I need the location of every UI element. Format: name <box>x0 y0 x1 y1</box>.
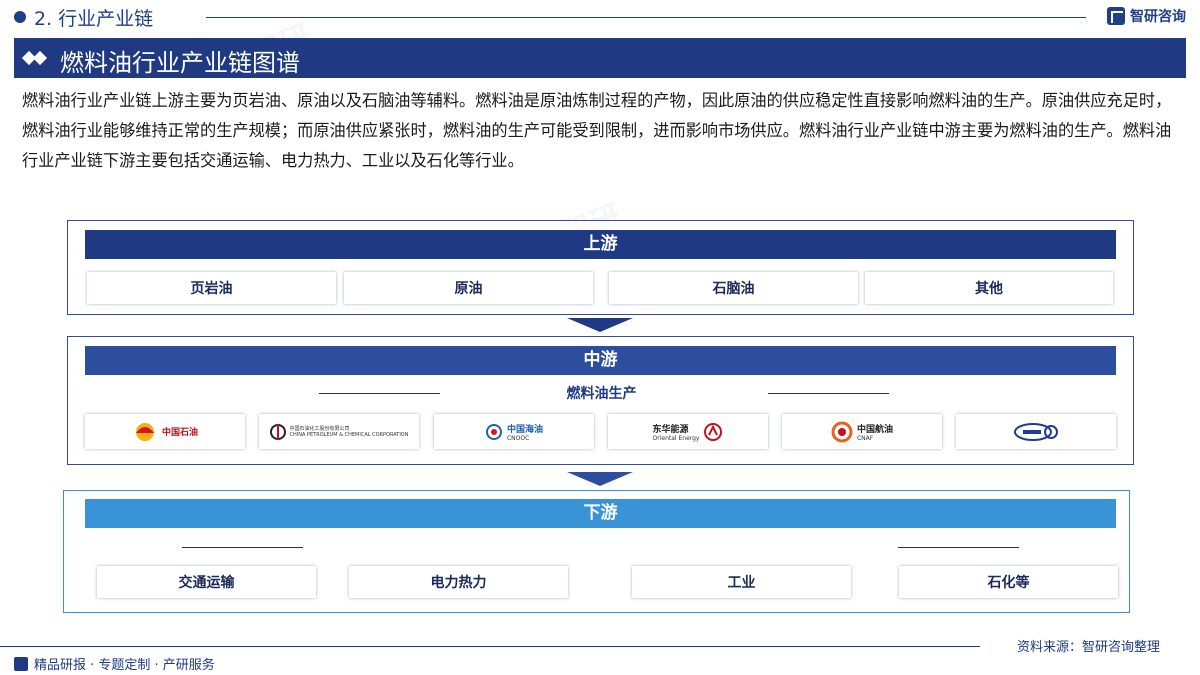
header-divider <box>206 17 1086 18</box>
company-logo-cnooc: 中国海油 CNOOC <box>434 414 594 449</box>
midstream-header: 中游 <box>85 346 1116 375</box>
divider-line <box>768 393 889 394</box>
source-note: 资料来源：智研咨询整理 <box>1016 640 1160 655</box>
logo-subtext: CNOOC <box>506 434 530 442</box>
downstream-item: 电力热力 <box>349 566 568 598</box>
cnooc-logo-icon <box>485 423 502 440</box>
upstream-header: 上游 <box>85 230 1116 259</box>
company-emblem-icon <box>1014 422 1058 441</box>
downstream-item: 工业 <box>632 566 851 598</box>
logo-text: 中国海油 <box>506 424 543 435</box>
logo-text: 中国航油 <box>856 424 893 435</box>
sinopec-logo-icon <box>269 423 286 440</box>
company-logo-cnaf: 中国航油 CNAF <box>782 414 942 449</box>
intro-paragraph: 燃料油行业产业链上游主要为页岩油、原油以及石脑油等辅料。燃料油是原油炼制过程的产… <box>22 91 1172 170</box>
footer: 精品研报 · 专题定制 · 产研服务 <box>14 654 215 673</box>
downstream-item: 交通运输 <box>97 566 316 598</box>
footer-divider <box>0 646 980 647</box>
logo-subtext: CHINA PETROLEUM & CHEMICAL CORPORATION <box>289 431 409 438</box>
logo-text: 中国石油 <box>161 428 198 438</box>
company-logo-sinopec: 中国石油化工股份有限公司 CHINA PETROLEUM & CHEMICAL … <box>259 414 419 449</box>
petrochina-logo-icon <box>135 422 154 441</box>
logo-subtext: Oriental Energy <box>652 434 700 442</box>
upstream-item: 页岩油 <box>87 272 336 304</box>
downstream-panel: 下游 交通运输 电力热力 工业 石化等 <box>63 490 1130 613</box>
company-logo-unlabeled <box>956 414 1116 449</box>
upstream-item: 石脑油 <box>609 272 858 304</box>
logo-text: 东华能源 <box>652 424 689 435</box>
bullet-icon <box>14 11 26 23</box>
company-logo-oriental-energy: 东华能源 Oriental Energy <box>608 414 768 449</box>
upstream-item: 其他 <box>865 272 1113 304</box>
brand-name: 智研咨询 <box>1130 9 1186 25</box>
oriental-energy-logo-icon <box>704 422 723 441</box>
top-header: 2. 行业产业链 智研咨询 <box>0 0 1200 34</box>
brand: 智研咨询 <box>1107 6 1186 26</box>
midstream-sublabel: 燃料油生产 <box>566 386 637 402</box>
footer-slogan: 精品研报 · 专题定制 · 产研服务 <box>34 658 215 673</box>
diamond-icon <box>21 50 54 66</box>
down-arrow-icon <box>567 318 633 332</box>
brand-logo-icon <box>1107 7 1125 25</box>
title-bar: 燃料油行业产业链图谱 <box>14 38 1186 78</box>
page-title: 燃料油行业产业链图谱 <box>60 49 300 77</box>
downstream-header: 下游 <box>85 499 1116 528</box>
upstream-panel: 上游 页岩油 原油 石脑油 其他 <box>67 220 1134 315</box>
divider-line <box>182 547 303 548</box>
upstream-item: 原油 <box>344 272 593 304</box>
down-arrow-icon <box>567 472 633 486</box>
downstream-item: 石化等 <box>899 566 1118 598</box>
divider-line <box>898 547 1019 548</box>
company-logo-petrochina: 中国石油 <box>85 414 245 449</box>
section-label: 2. 行业产业链 <box>34 8 154 30</box>
logo-subtext: CNAF <box>856 434 874 442</box>
brand-logo-icon <box>14 656 28 671</box>
midstream-panel: 中游 燃料油生产 中国石油 中国石油化工股份有限公司 CHINA PETROLE… <box>67 336 1134 465</box>
cnaf-logo-icon <box>831 421 853 442</box>
